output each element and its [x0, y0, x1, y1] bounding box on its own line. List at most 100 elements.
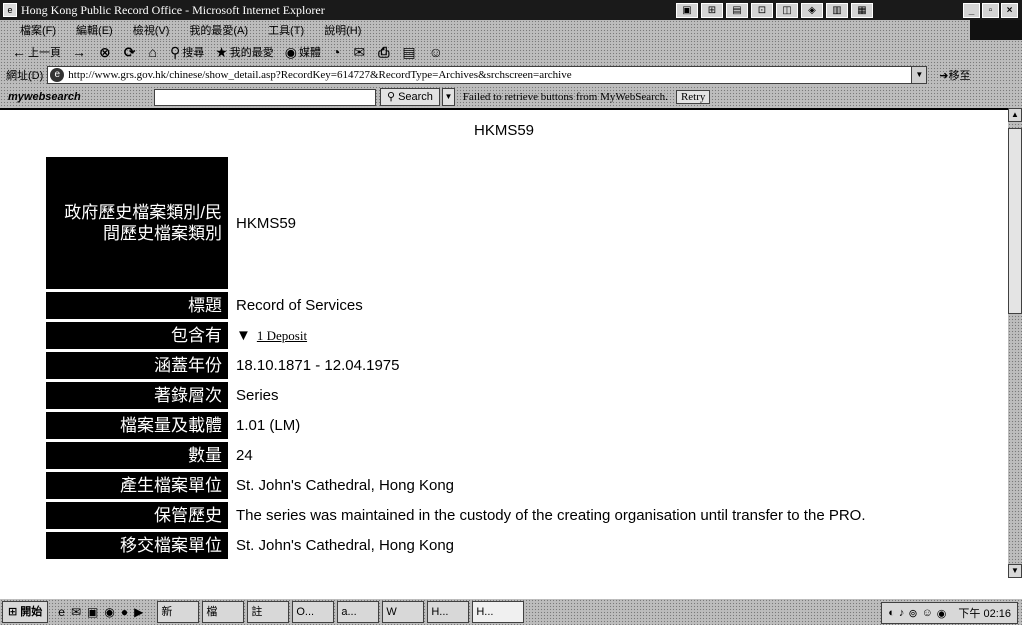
quicklaunch-play-icon[interactable]: ▶ — [134, 605, 143, 619]
media-button[interactable]: ◉ 媒體 — [285, 44, 321, 61]
menu-favorites[interactable]: 我的最愛(A) — [189, 22, 248, 38]
deposit-link[interactable]: 1 Deposit — [257, 328, 307, 344]
address-url[interactable]: http://www.grs.gov.hk/chinese/show_detai… — [68, 69, 911, 81]
mywebsearch-logo[interactable]: mywebsearch — [8, 91, 150, 103]
start-label: 開始 — [20, 606, 43, 618]
taskbar-button[interactable]: 註 — [247, 601, 290, 623]
record-value: 1.01 (LM) — [236, 417, 301, 434]
record-label: 產生檔案單位 — [46, 472, 228, 499]
titlebar-tool-icon-5[interactable]: ◫ — [776, 3, 798, 18]
maximize-icon[interactable]: ▫ — [982, 3, 999, 18]
mail-icon: ✉ — [353, 43, 366, 60]
address-dropdown-icon[interactable]: ▼ — [911, 67, 927, 83]
tray-volume-icon[interactable]: ♪ — [899, 607, 905, 619]
page-icon: e — [50, 68, 65, 82]
quicklaunch-outlook-icon[interactable]: ✉ — [71, 605, 81, 619]
taskbar-button[interactable]: 檔 — [202, 601, 245, 623]
go-button[interactable]: ➜ 移至 — [939, 67, 970, 83]
titlebar-tool-icon-1[interactable]: ▣ — [676, 3, 698, 18]
mywebsearch-search-button[interactable]: ⚲ Search — [380, 88, 440, 106]
windows-logo — [970, 20, 1022, 40]
record-row: 著錄層次 Series — [46, 382, 968, 409]
titlebar-tool-icon-3[interactable]: ▤ — [726, 3, 748, 18]
quicklaunch-realplayer-icon[interactable]: ● — [121, 605, 128, 619]
record-label: 包含有 — [46, 322, 228, 349]
scroll-up-icon[interactable]: ▲ — [1008, 108, 1022, 122]
search-icon: ⚲ — [387, 91, 396, 103]
record-label: 涵蓋年份 — [46, 352, 228, 379]
go-arrow-icon: ➜ — [939, 69, 949, 82]
taskbar-button[interactable]: a... — [337, 601, 380, 623]
tray-network-icon[interactable]: ⊚ — [908, 607, 917, 620]
page-title: HKMS59 — [473, 122, 535, 139]
menu-help[interactable]: 說明(H) — [324, 22, 361, 38]
titlebar-tool-icon-8[interactable]: ▦ — [851, 3, 873, 18]
back-label: 上一頁 — [28, 47, 61, 59]
mywebsearch-input[interactable] — [154, 88, 376, 106]
record-label: 著錄層次 — [46, 382, 228, 409]
print-icon: ⎙ — [378, 43, 390, 60]
refresh-button[interactable]: ⟳ — [124, 44, 138, 61]
window-title: Hong Kong Public Record Office - Microso… — [21, 2, 325, 17]
menu-edit[interactable]: 編輯(E) — [76, 22, 113, 38]
titlebar-tool-icon-2[interactable]: ⊞ — [701, 3, 723, 18]
quicklaunch-media-icon[interactable]: ◉ — [104, 605, 114, 619]
quicklaunch-ie-icon[interactable]: e — [58, 605, 65, 619]
record-value: St. John's Cathedral, Hong Kong — [236, 537, 454, 554]
record-row: 移交檔案單位 St. John's Cathedral, Hong Kong — [46, 532, 968, 559]
titlebar-tool-icon-7[interactable]: ▥ — [826, 3, 848, 18]
windows-flag-icon: ⊞ — [8, 606, 18, 618]
search-button[interactable]: ⚲ 搜尋 — [170, 44, 204, 61]
record-label: 標題 — [46, 292, 228, 319]
titlebar-tool-icon-6[interactable]: ◈ — [801, 3, 823, 18]
home-icon: ⌂ — [148, 44, 157, 60]
record-row: 涵蓋年份 18.10.1871 - 12.04.1975 — [46, 352, 968, 379]
expand-triangle-icon[interactable]: ▼ — [236, 327, 251, 344]
record-label: 保管歷史 — [46, 502, 228, 529]
home-button[interactable]: ⌂ — [148, 44, 158, 60]
close-icon[interactable]: × — [1001, 3, 1018, 18]
system-tray: ◐ ♪ ⊚ ☺ ◉ 下午 02:16 — [881, 602, 1018, 624]
search-label: 搜尋 — [182, 47, 205, 59]
titlebar-tool-icon-4[interactable]: ⊡ — [751, 3, 773, 18]
minimize-icon[interactable]: _ — [963, 3, 980, 18]
mail-button[interactable]: ✉ — [353, 44, 367, 61]
menu-tools[interactable]: 工具(T) — [268, 22, 304, 38]
media-icon: ◉ — [284, 43, 297, 60]
taskbar-button[interactable]: 新 — [157, 601, 200, 623]
address-field[interactable]: e http://www.grs.gov.hk/chinese/show_det… — [47, 66, 928, 84]
start-button[interactable]: ⊞ 開始 — [2, 601, 49, 623]
print-button[interactable]: ⎙ — [378, 44, 391, 61]
menu-view[interactable]: 檢視(V) — [133, 22, 170, 38]
vertical-scrollbar[interactable]: ▲ ▼ — [1008, 108, 1022, 578]
taskbar-button[interactable]: H... — [427, 601, 470, 623]
forward-button[interactable]: → — [72, 44, 88, 60]
taskbar-button-active[interactable]: H... — [472, 601, 525, 623]
scroll-thumb[interactable] — [1008, 128, 1022, 314]
search-dropdown-icon[interactable]: ▼ — [441, 88, 455, 106]
discuss-button[interactable]: ☺ — [429, 44, 445, 60]
stop-button[interactable]: ⊗ — [99, 44, 113, 61]
record-value: St. John's Cathedral, Hong Kong — [236, 477, 454, 494]
record-row: 檔案量及載體 1.01 (LM) — [46, 412, 968, 439]
retry-button[interactable]: Retry — [675, 90, 711, 104]
menu-file[interactable]: 檔案(F) — [20, 22, 56, 38]
tray-antivirus-icon[interactable]: ◉ — [937, 607, 947, 620]
tray-icon-1[interactable]: ◐ — [888, 607, 895, 619]
history-icon: ◔ — [331, 44, 341, 60]
taskbar-button[interactable]: O... — [292, 601, 335, 623]
taskbar: ⊞ 開始 e ✉ ▣ ◉ ● ▶ 新 檔 註 O... a... W H... … — [0, 597, 1022, 625]
tray-messenger-icon[interactable]: ☺ — [922, 607, 933, 619]
history-button[interactable]: ◔ — [332, 44, 342, 60]
record-value: 18.10.1871 - 12.04.1975 — [236, 357, 400, 374]
scroll-down-icon[interactable]: ▼ — [1008, 564, 1022, 578]
record-label: 數量 — [46, 442, 228, 469]
favorites-button[interactable]: ★ 我的最愛 — [215, 44, 274, 61]
edit-button[interactable]: ▤ — [402, 44, 417, 61]
taskbar-button[interactable]: W — [382, 601, 425, 623]
standard-toolbar: ← 上一頁 → ⊗ ⟳ ⌂ ⚲ 搜尋 ★ 我的最愛 ◉ 媒體 ◔ ✉ ⎙ ▤ ☺ — [0, 40, 1022, 64]
back-button[interactable]: ← 上一頁 — [12, 44, 61, 60]
titlebar-extra-buttons: ▣ ⊞ ▤ ⊡ ◫ ◈ ▥ ▦ — [676, 3, 873, 18]
go-label: 移至 — [948, 70, 971, 82]
quicklaunch-desktop-icon[interactable]: ▣ — [87, 605, 98, 619]
